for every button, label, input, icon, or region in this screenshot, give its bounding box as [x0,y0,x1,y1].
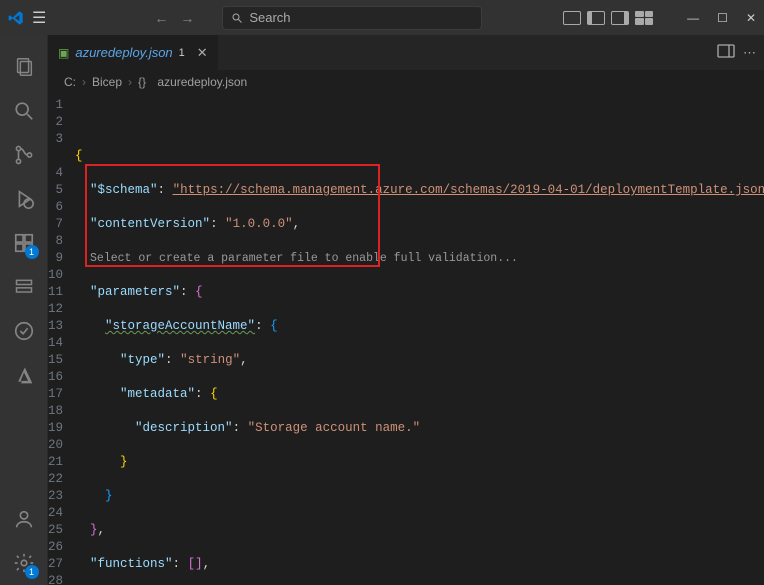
search-placeholder: Search [249,10,290,25]
settings-icon[interactable]: 1 [0,541,48,585]
minimize-button[interactable]: — [687,11,699,25]
json-file-icon: ▣ [58,46,69,60]
breadcrumbs[interactable]: C: › Bicep › {} azuredeploy.json [48,70,764,94]
tab-azuredeploy[interactable]: ▣ azuredeploy.json 1 ✕ [48,35,219,70]
tab-filename: azuredeploy.json [75,45,172,60]
title-bar: ☰ ← → Search — ☐ ✕ [0,0,764,35]
tab-modified-indicator: 1 [179,47,185,59]
remote-icon[interactable] [0,265,48,309]
explorer-icon[interactable] [0,45,48,89]
split-editor-icon[interactable] [717,44,735,61]
code-content[interactable]: { "$schema": "https://schema.management.… [75,94,764,585]
extensions-icon[interactable]: 1 [0,221,48,265]
codelens-param-file[interactable]: Select or create a parameter file to ena… [90,252,518,265]
layout-panel-icon[interactable] [635,11,653,25]
run-debug-icon[interactable] [0,177,48,221]
menu-icon[interactable]: ☰ [32,8,46,28]
layout-sidebar-right-icon[interactable] [611,11,629,25]
azure-icon[interactable] [0,353,48,397]
breadcrumb-root[interactable]: C: [64,75,76,89]
tab-bar: ▣ azuredeploy.json 1 ✕ ⋯ [48,35,764,70]
vscode-logo-icon [8,10,24,26]
layout-centered-icon[interactable] [563,11,581,25]
gutter: 1234567891011121314151617181920212223242… [48,94,75,585]
search-icon [231,12,243,24]
editor[interactable]: 1234567891011121314151617181920212223242… [48,94,764,585]
breadcrumb-folder[interactable]: Bicep [92,75,122,89]
source-control-icon[interactable] [0,133,48,177]
chevron-right-icon: › [128,75,132,89]
close-button[interactable]: ✕ [746,11,756,25]
layout-controls [563,11,653,25]
close-tab-icon[interactable]: ✕ [197,45,208,61]
chevron-right-icon: › [82,75,86,89]
breadcrumb-file[interactable]: {} azuredeploy.json [138,75,247,89]
settings-badge: 1 [25,565,39,579]
activity-bar: 1 1 [0,35,48,585]
accounts-icon[interactable] [0,497,48,541]
nav-back-icon[interactable]: ← [154,10,168,26]
search-icon[interactable] [0,89,48,133]
layout-sidebar-left-icon[interactable] [587,11,605,25]
maximize-button[interactable]: ☐ [717,11,728,25]
search-input[interactable]: Search [222,6,482,30]
more-actions-icon[interactable]: ⋯ [743,45,756,61]
extensions-badge: 1 [25,245,39,259]
nav-forward-icon[interactable]: → [180,10,194,26]
testing-icon[interactable] [0,309,48,353]
